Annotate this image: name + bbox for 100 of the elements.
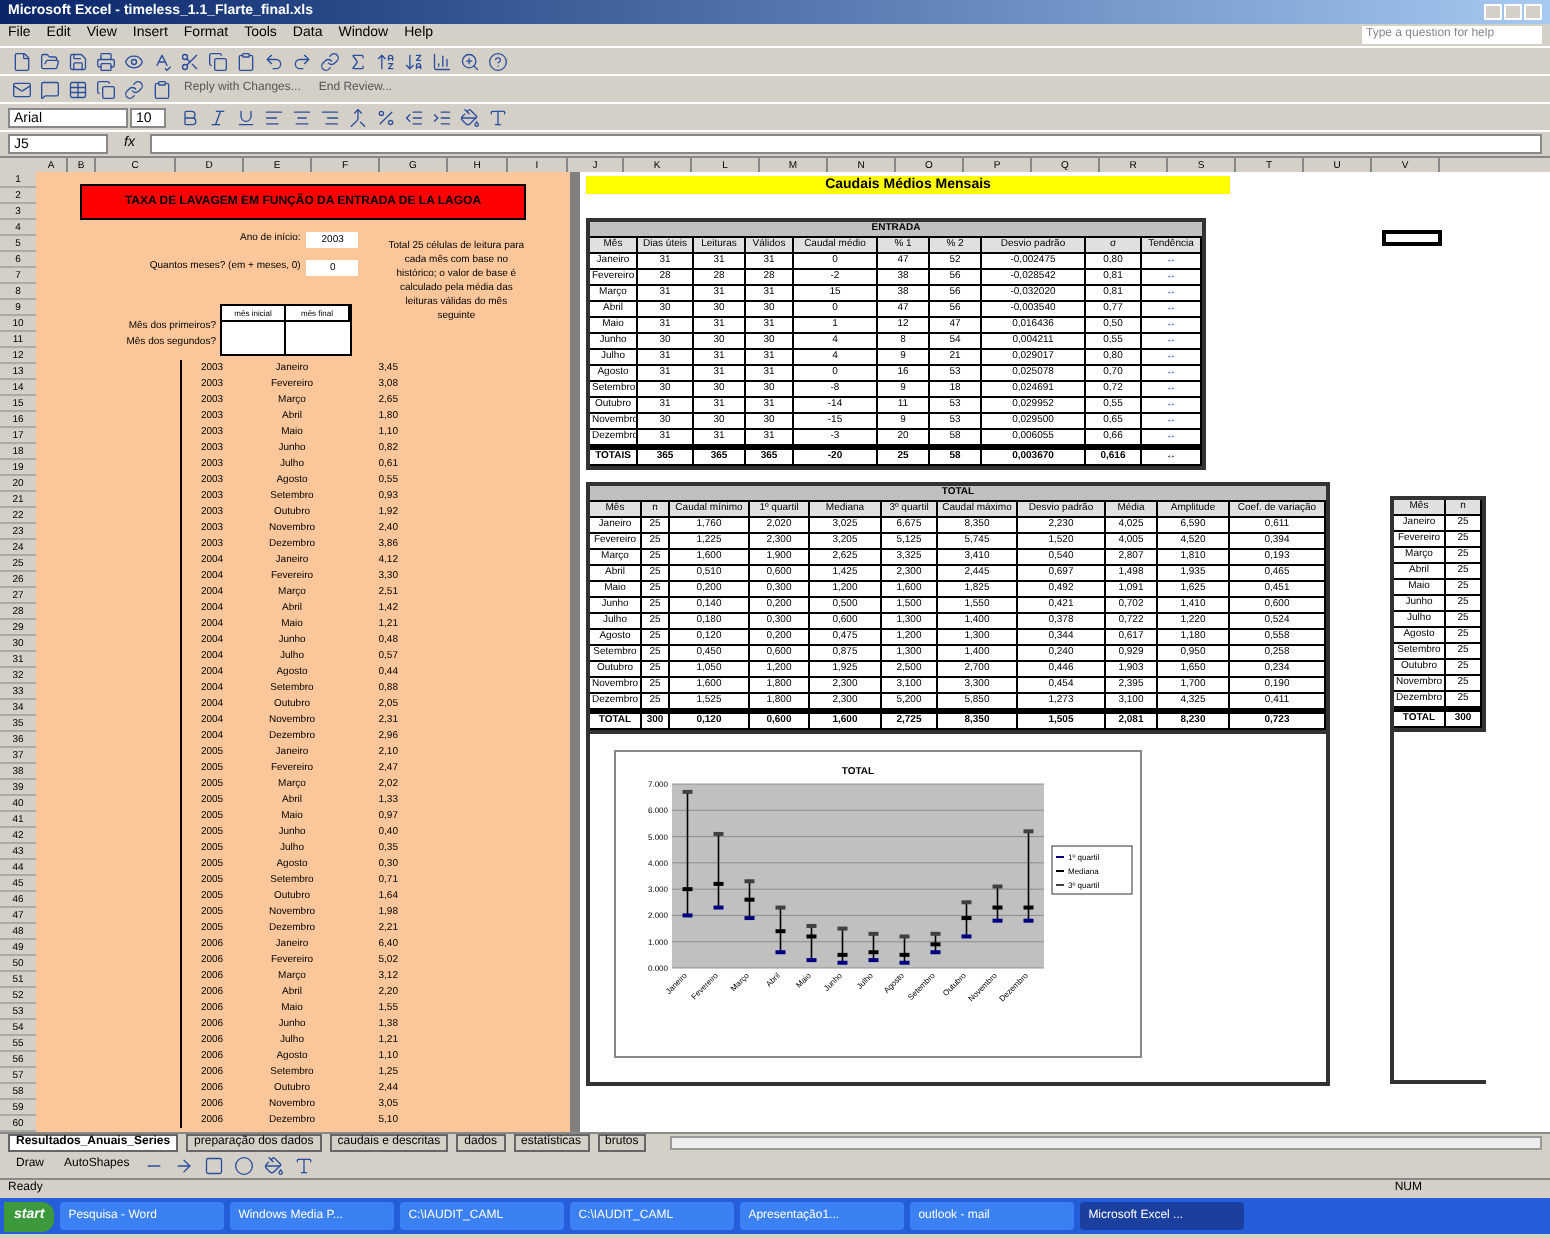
data-point (899, 934, 910, 939)
font-color-icon (294, 1155, 315, 1175)
data-point (992, 905, 1003, 910)
legend (1051, 845, 1133, 895)
redo-icon (291, 51, 311, 71)
link-icon (319, 51, 339, 71)
data-point (868, 950, 879, 955)
fill-color-icon (264, 1155, 285, 1175)
formula-field[interactable] (150, 134, 1542, 154)
align-center-icon (291, 107, 311, 127)
table-icon (67, 79, 87, 99)
print-icon (95, 51, 115, 71)
rectangle-icon (204, 1155, 225, 1175)
data-point (775, 950, 786, 955)
data-point (930, 931, 941, 936)
range-line (1027, 830, 1030, 922)
data-point (1023, 829, 1034, 834)
data-point (837, 952, 848, 957)
data-point (775, 929, 786, 934)
data-point (744, 916, 755, 921)
undo-icon (263, 51, 283, 71)
range-line (841, 927, 844, 964)
indent-icon (431, 107, 451, 127)
data-point (682, 913, 693, 918)
help-icon (487, 51, 507, 71)
spelling-icon (151, 51, 171, 71)
data-point (961, 934, 972, 939)
align-right-icon (319, 107, 339, 127)
range-line (810, 925, 813, 961)
fill-color-button[interactable] (261, 1152, 288, 1178)
save-button[interactable] (64, 48, 90, 74)
open-folder-icon (39, 51, 59, 71)
data-point (1023, 905, 1034, 910)
data-point (1023, 918, 1034, 923)
font-color-icon (487, 107, 507, 127)
sort-descending-icon (403, 51, 423, 71)
data-point (775, 905, 786, 910)
oval-icon (234, 1155, 255, 1175)
range-line (686, 791, 689, 917)
data-point (713, 905, 724, 910)
data-point (744, 897, 755, 902)
sum-icon (347, 51, 367, 71)
outdent-icon (403, 107, 423, 127)
chart-icon (431, 51, 451, 71)
cut-icon (179, 51, 199, 71)
cut-button[interactable] (176, 48, 202, 74)
selected-cell (1382, 230, 1442, 246)
underline-icon (235, 107, 255, 127)
link-button[interactable] (120, 76, 146, 102)
data-point (682, 789, 693, 794)
comment-button[interactable] (36, 76, 62, 102)
data-point (930, 950, 941, 955)
data-point (868, 931, 879, 936)
italic-icon (207, 107, 227, 127)
range-line (996, 885, 999, 922)
rectangle-button[interactable] (201, 1152, 228, 1178)
data-point (868, 958, 879, 963)
print-button[interactable] (92, 48, 118, 74)
link-button[interactable] (316, 48, 342, 74)
horizontal-scrollbar[interactable] (670, 1136, 1542, 1150)
data-point (930, 942, 941, 947)
range-line (779, 906, 782, 954)
paste-icon (151, 79, 171, 99)
data-point (806, 958, 817, 963)
oval-button[interactable] (231, 1152, 258, 1178)
range-line (872, 933, 875, 961)
sort-ascending-icon (375, 51, 395, 71)
paste-icon (235, 51, 255, 71)
arrow-icon (174, 1155, 195, 1175)
bold-icon (179, 107, 199, 127)
range-line (934, 933, 937, 954)
merge-icon (347, 107, 367, 127)
range-line (717, 833, 720, 909)
mail-icon (11, 79, 31, 99)
save-icon (67, 51, 87, 71)
data-point (899, 960, 910, 965)
data-point (744, 879, 755, 884)
zoom-button[interactable] (456, 48, 482, 74)
copy-icon (95, 79, 115, 99)
range-line (903, 935, 906, 964)
align-left-icon (263, 107, 283, 127)
data-point (992, 918, 1003, 923)
new-file-icon (11, 51, 31, 71)
help-button[interactable] (484, 48, 510, 74)
data-point (682, 887, 693, 892)
fill-color-icon (459, 107, 479, 127)
copy-button[interactable] (92, 76, 118, 102)
copy-button[interactable] (204, 48, 230, 74)
comment-icon (39, 79, 59, 99)
data-point (899, 952, 910, 957)
data-point (806, 934, 817, 939)
data-point (713, 881, 724, 886)
table-button[interactable] (64, 76, 90, 102)
link-icon (123, 79, 143, 99)
preview-icon (123, 51, 143, 71)
range-line (965, 901, 968, 938)
open-folder-button[interactable] (36, 48, 62, 74)
chart-button[interactable] (428, 48, 454, 74)
copy-icon (207, 51, 227, 71)
fill-color-button[interactable] (456, 104, 482, 130)
